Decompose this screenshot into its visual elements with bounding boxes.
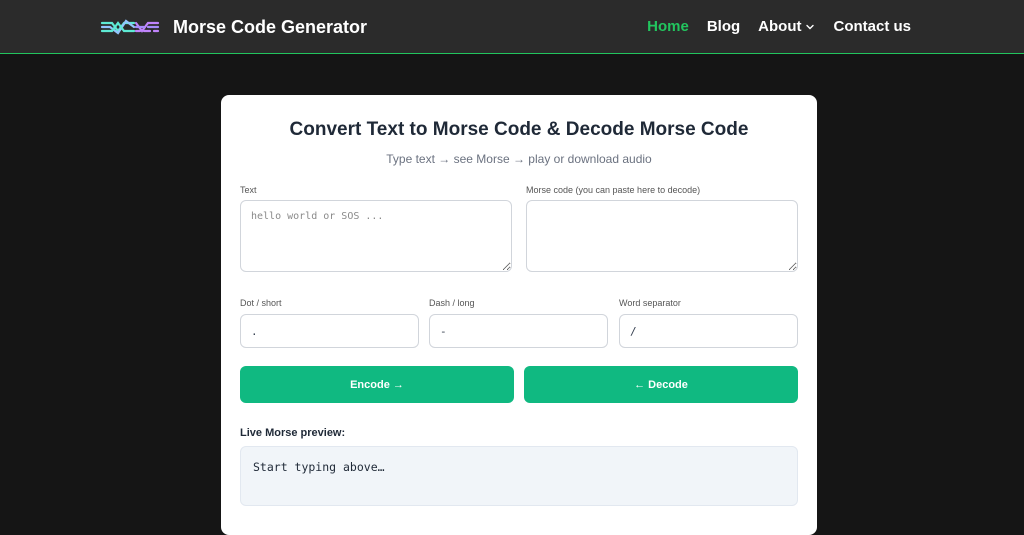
nav-blog-link[interactable]: Blog [707, 18, 740, 35]
dot-symbol-label: Dot / short [240, 298, 282, 308]
converter-card: Convert Text to Morse Code & Decode Mors… [221, 95, 817, 535]
nav-home-link[interactable]: Home [647, 18, 689, 35]
dash-symbol-input[interactable] [429, 314, 608, 348]
nav-about-label: About [758, 18, 802, 35]
morse-wave-logo-icon [100, 19, 160, 35]
preview-label: Live Morse preview: [240, 427, 346, 439]
word-separator-input[interactable] [619, 314, 798, 348]
nav-links: Home Blog About Contact us [629, 18, 911, 35]
nav-contact-link[interactable]: Contact us [833, 18, 911, 35]
morse-input[interactable] [526, 200, 798, 272]
text-input-label: Text [240, 185, 257, 195]
dot-symbol-input[interactable] [240, 314, 419, 348]
decode-button[interactable]: ← Decode [524, 366, 798, 403]
morse-preview-output: Start typing above… [240, 446, 798, 506]
page-title: Convert Text to Morse Code & Decode Mors… [289, 119, 749, 140]
text-input[interactable] [240, 200, 512, 272]
brand-title: Morse Code Generator [173, 16, 368, 37]
brand[interactable]: Morse Code Generator [100, 14, 367, 40]
nav-about-dropdown[interactable]: About [758, 18, 815, 35]
morse-input-label: Morse code (you can paste here to decode… [526, 185, 701, 195]
navbar: Morse Code Generator Home Blog About Con… [0, 0, 1024, 54]
dash-symbol-label: Dash / long [429, 298, 475, 308]
word-separator-label: Word separator [619, 298, 681, 308]
chevron-down-icon [806, 24, 815, 29]
encode-button[interactable]: Encode → [240, 366, 514, 403]
page-subtitle: Type text → see Morse → play or download… [386, 152, 652, 166]
